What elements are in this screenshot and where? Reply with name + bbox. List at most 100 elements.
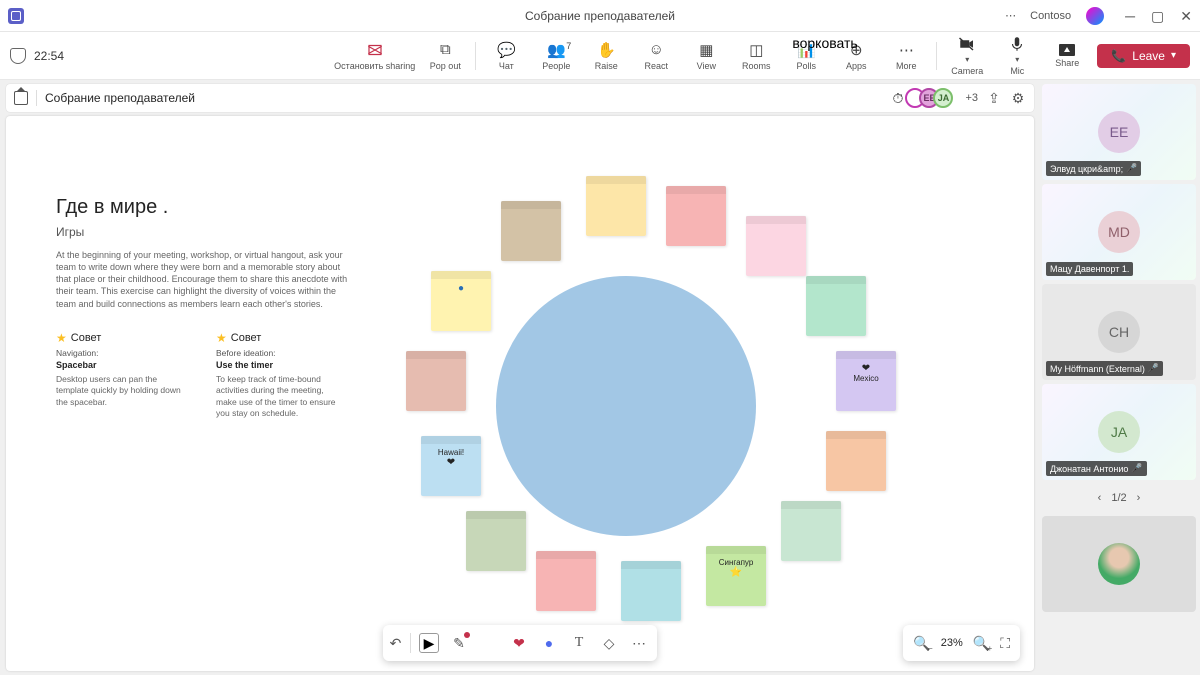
- star-icon: ★: [216, 331, 227, 345]
- maximize-icon[interactable]: ▢: [1151, 9, 1164, 23]
- whiteboard-heading: Где в мире .: [56, 196, 356, 219]
- more-tools[interactable]: ⋯: [629, 633, 649, 653]
- settings-gear-icon[interactable]: ⚙: [1010, 90, 1026, 106]
- more-label: More: [896, 61, 917, 71]
- fit-screen-button[interactable]: ⛶: [1000, 635, 1010, 652]
- sticky-note[interactable]: [806, 276, 866, 336]
- participant-tile[interactable]: JA Джонатан Антонио🎤: [1042, 384, 1196, 480]
- pin-icon: ●: [458, 283, 464, 294]
- avatar: EE: [1098, 111, 1140, 153]
- rooms-icon: ◫: [747, 41, 765, 59]
- participant-tile[interactable]: CH My Höffmann (External)🎤: [1042, 284, 1196, 380]
- zoom-out-button[interactable]: 🔍−: [913, 635, 930, 652]
- sticky-note[interactable]: Сингапур⭐: [706, 546, 766, 606]
- close-icon[interactable]: ✕: [1180, 9, 1192, 23]
- leave-button[interactable]: 📞 Leave ▾: [1097, 44, 1190, 68]
- muted-mic-icon: 🎤: [1148, 363, 1159, 374]
- participant-avatar-stack[interactable]: EE JA: [911, 88, 953, 108]
- sticky-note[interactable]: [746, 216, 806, 276]
- sticky-note[interactable]: [586, 176, 646, 236]
- star-reaction-icon: ⭐: [730, 567, 742, 578]
- whiteboard-canvas[interactable]: Где в мире . Игры At the beginning of yo…: [6, 116, 1034, 671]
- whiteboard-title-block: Где в мире . Игры At the beginning of yo…: [56, 196, 356, 310]
- user-avatar[interactable]: [1085, 6, 1105, 26]
- participant-tile[interactable]: MD Мацу Давенпорт 1.: [1042, 184, 1196, 280]
- whiteboard-description: At the beginning of your meeting, worksh…: [56, 249, 356, 310]
- tip-bold: Use the timer: [216, 360, 346, 370]
- muted-mic-icon: 🎤: [1126, 163, 1137, 174]
- undo-button[interactable]: ↶: [391, 633, 411, 653]
- home-icon[interactable]: [14, 91, 28, 105]
- sticky-note[interactable]: ●: [431, 271, 491, 331]
- polls-label: Polls: [797, 61, 817, 71]
- view-icon: ▦: [697, 41, 715, 59]
- chat-icon: 💬: [497, 41, 515, 59]
- page-indicator: 1/2: [1111, 492, 1126, 504]
- rooms-button[interactable]: ◫ Rooms: [736, 41, 776, 71]
- pen-tool[interactable]: ✎: [449, 633, 469, 653]
- sticky-note[interactable]: [501, 201, 561, 261]
- separator: [475, 42, 476, 70]
- camera-button[interactable]: ▾ Camera: [947, 35, 987, 76]
- popout-button[interactable]: ⧉ Pop out: [425, 41, 465, 71]
- sticky-note[interactable]: [781, 501, 841, 561]
- self-video-tile[interactable]: [1042, 516, 1196, 612]
- text-tool[interactable]: T: [569, 633, 589, 653]
- sticky-note[interactable]: [536, 551, 596, 611]
- sticky-note[interactable]: [466, 511, 526, 571]
- stage-title: Собрание преподавателей: [45, 91, 195, 105]
- share-button[interactable]: Share: [1047, 44, 1087, 68]
- sticky-note[interactable]: Hawaii!❤: [421, 436, 481, 496]
- view-label: View: [697, 61, 716, 71]
- select-tool[interactable]: ▶: [419, 633, 439, 653]
- view-button[interactable]: ▦ View: [686, 41, 726, 71]
- tip-title: Совет: [231, 332, 262, 344]
- zoom-controls: 🔍− 23% 🔍+ ⛶: [903, 625, 1020, 661]
- avatar: MD: [1098, 211, 1140, 253]
- people-icon: 👥7: [547, 41, 565, 59]
- comment-tool[interactable]: ●: [539, 633, 559, 653]
- chat-button[interactable]: 💬 Чат: [486, 41, 526, 71]
- tip-hint: Before ideation:: [216, 348, 346, 358]
- sticky-note[interactable]: [406, 351, 466, 411]
- page-next-button[interactable]: ›: [1137, 492, 1141, 504]
- sticky-note[interactable]: ❤Mexico: [836, 351, 896, 411]
- avatar: CH: [1098, 311, 1140, 353]
- camera-off-icon: [958, 35, 976, 53]
- teams-app-icon: [8, 8, 24, 24]
- globe-circle[interactable]: [496, 276, 756, 536]
- more-dots-icon[interactable]: ⋯: [1005, 9, 1016, 22]
- share-label: Share: [1055, 58, 1079, 68]
- divider: [36, 90, 37, 106]
- sticky-note[interactable]: [621, 561, 681, 621]
- note-text: Hawaii!: [438, 448, 464, 457]
- zoom-in-button[interactable]: 🔍+: [973, 635, 990, 652]
- react-button[interactable]: ☺ React: [636, 41, 676, 71]
- shield-icon[interactable]: [10, 48, 26, 64]
- stop-sharing-button[interactable]: Остановить sharing: [334, 41, 415, 71]
- star-icon: ★: [56, 331, 67, 345]
- sticky-note[interactable]: [826, 431, 886, 491]
- share-link-icon[interactable]: ⇪: [986, 90, 1002, 106]
- camera-label: Camera: [951, 66, 983, 76]
- people-button[interactable]: 👥7 People: [536, 41, 576, 71]
- avatar-3: JA: [933, 88, 953, 108]
- extra-count[interactable]: +3: [965, 92, 978, 104]
- minimize-icon[interactable]: ─: [1125, 9, 1135, 23]
- participant-tile[interactable]: EE Элвуд цкри&amp;🎤: [1042, 84, 1196, 180]
- more-button[interactable]: ⋯ More: [886, 41, 926, 71]
- timer-icon[interactable]: ⏱: [893, 90, 904, 107]
- page-prev-button[interactable]: ‹: [1098, 492, 1102, 504]
- sticky-note[interactable]: [666, 186, 726, 246]
- shapes-tool[interactable]: ◇: [599, 633, 619, 653]
- reaction-tool[interactable]: ❤: [509, 633, 529, 653]
- color-indicator-icon: [464, 632, 470, 638]
- mic-button[interactable]: ▾ Mic: [997, 35, 1037, 76]
- participants-panel: EE Элвуд цкри&amp;🎤 MD Мацу Давенпорт 1.…: [1038, 80, 1200, 675]
- polls-button[interactable]: 📊 Polls ворковать: [786, 41, 826, 71]
- raise-hand-button[interactable]: ✋ Raise: [586, 41, 626, 71]
- tip-bold: Spacebar: [56, 360, 186, 370]
- note-text: Сингапур: [719, 558, 754, 567]
- sticky-note-tool[interactable]: [479, 633, 499, 653]
- stop-sharing-label: Остановить sharing: [334, 61, 415, 71]
